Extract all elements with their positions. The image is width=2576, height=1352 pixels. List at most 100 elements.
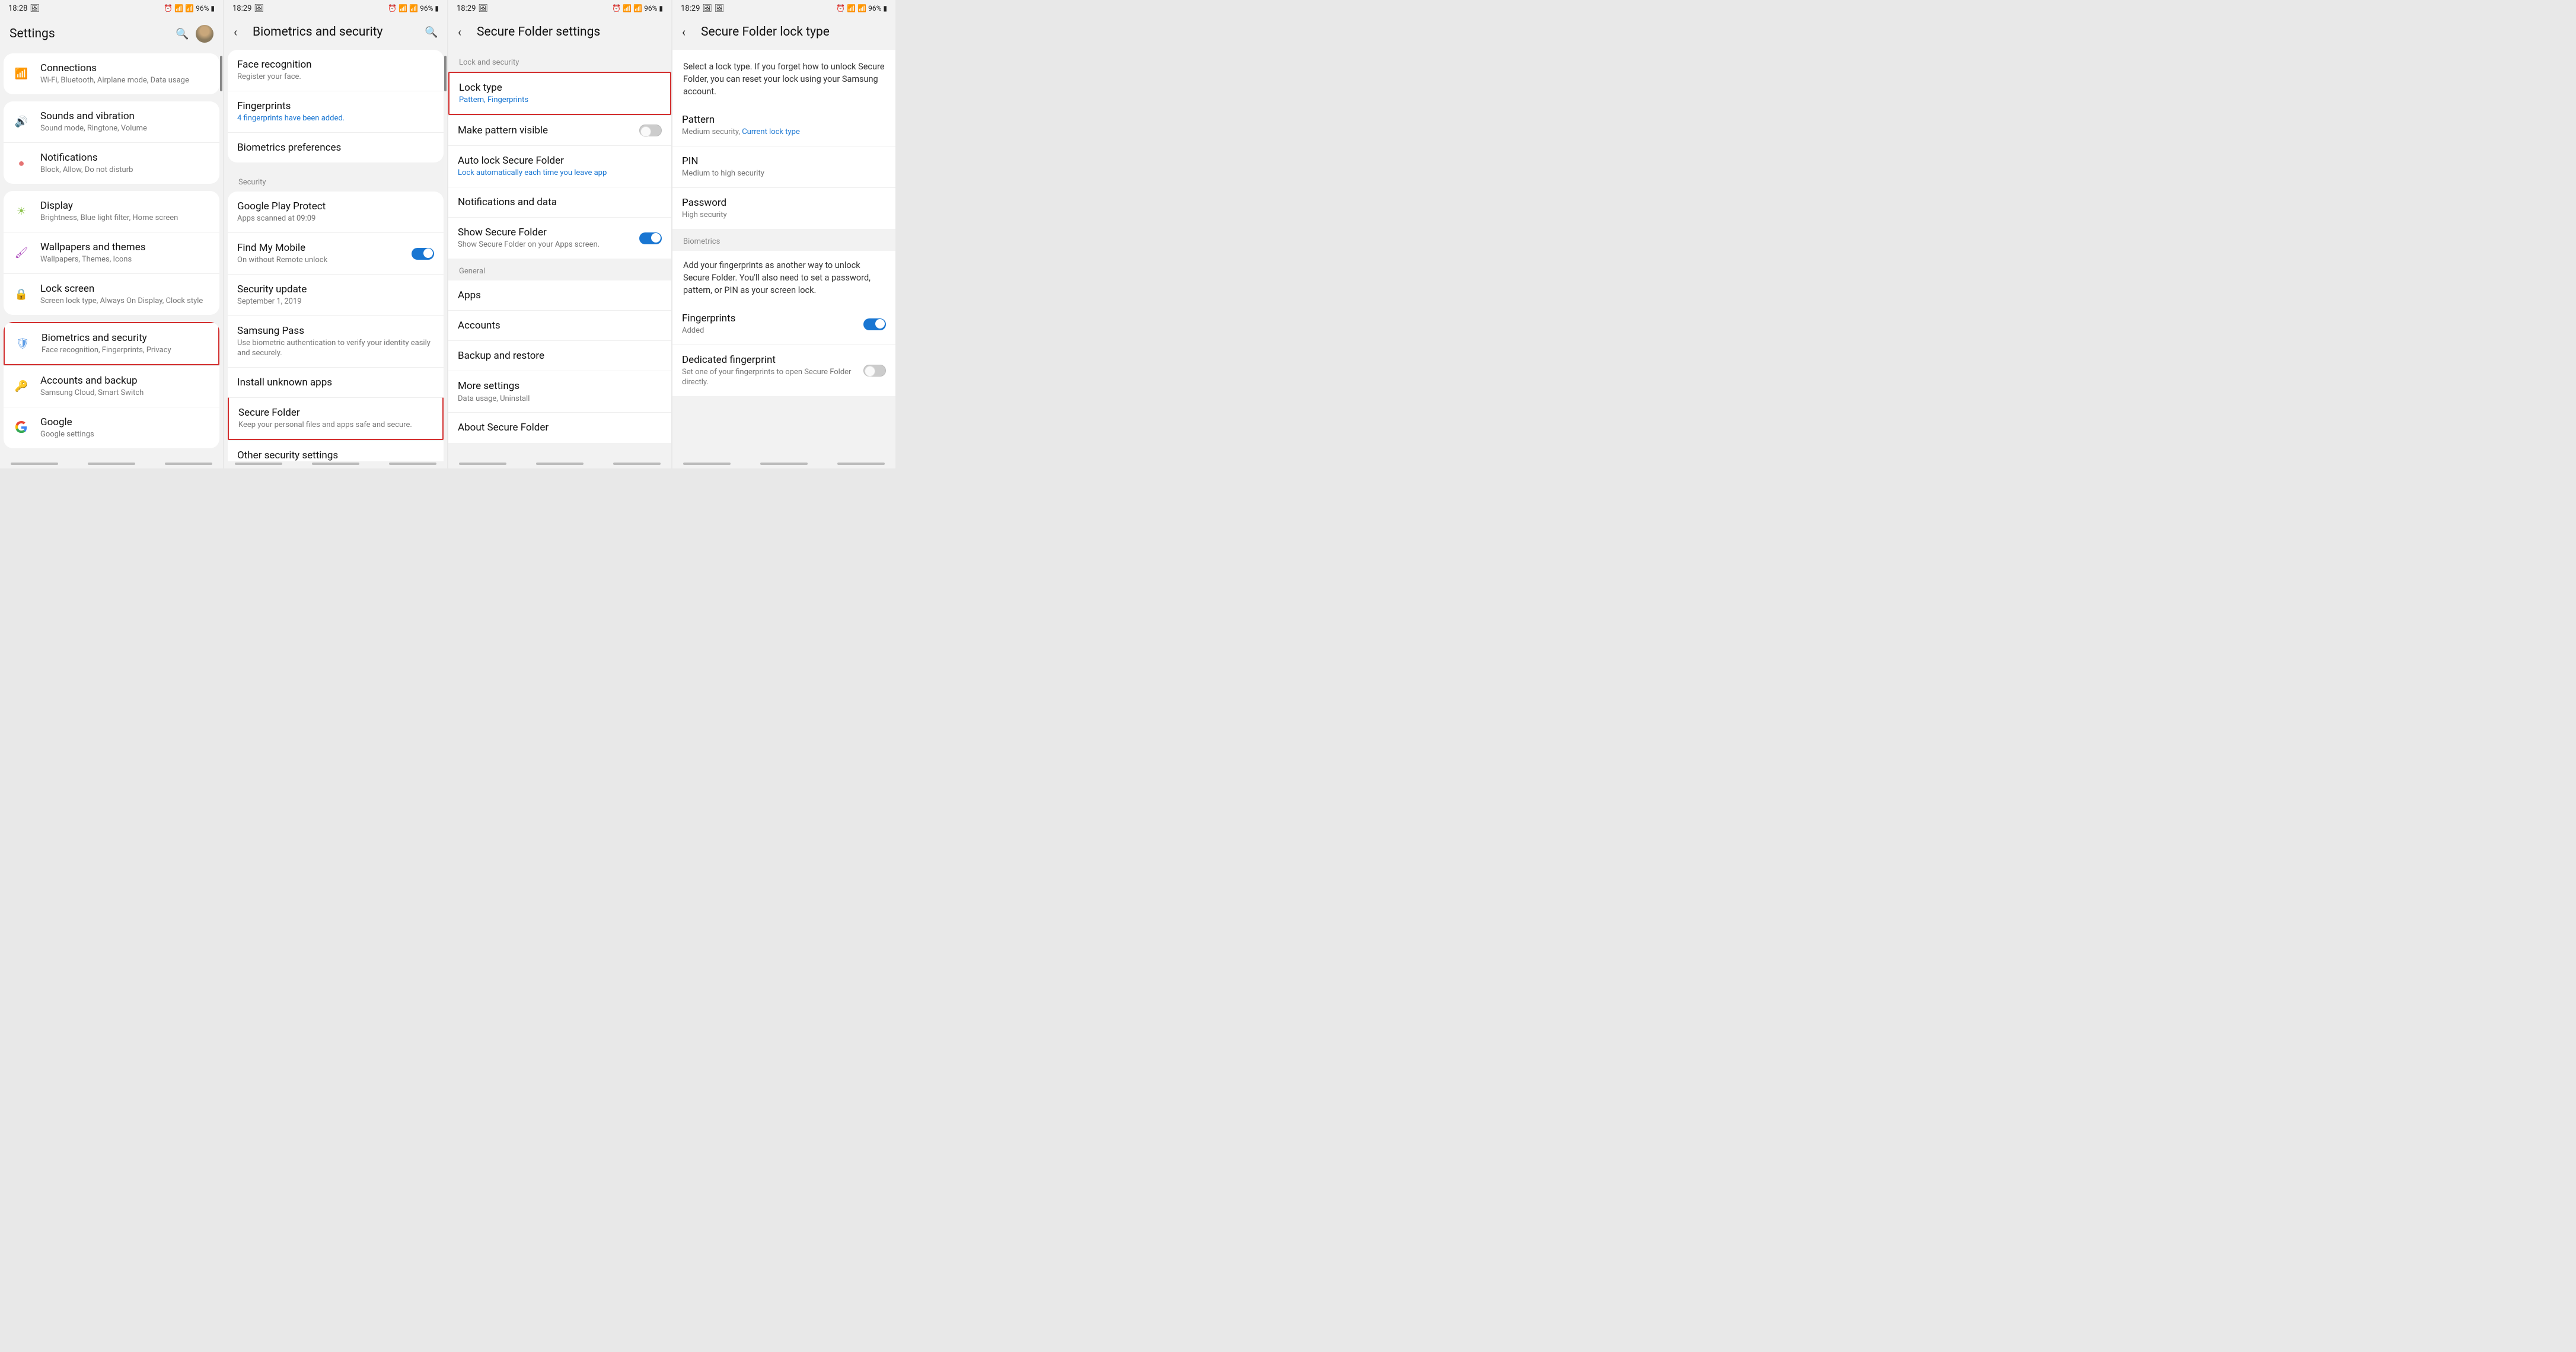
nav-bar[interactable] <box>448 461 671 468</box>
status-time: 18:28 <box>8 4 27 13</box>
row-pattern[interactable]: PatternMedium security, Current lock typ… <box>672 105 895 146</box>
header: Settings 🔍 <box>0 17 223 53</box>
biometrics-list: Face recognitionRegister your face. Fing… <box>224 50 447 461</box>
header-security: Security <box>228 170 444 192</box>
nav-bar[interactable] <box>0 461 223 468</box>
row-dedicated-fingerprint[interactable]: Dedicated fingerprintSet one of your fin… <box>672 345 895 396</box>
row-more-settings[interactable]: More settingsData usage, Uninstall <box>448 371 671 412</box>
notification-icon: ● <box>13 155 30 171</box>
toggle-pattern-visible[interactable] <box>639 125 662 136</box>
row-play-protect[interactable]: Google Play ProtectApps scanned at 09:09 <box>228 192 444 232</box>
nav-bar[interactable] <box>224 461 447 468</box>
intro-text: Select a lock type. If you forget how to… <box>672 50 895 105</box>
page-title: Secure Folder lock type <box>701 25 886 39</box>
wifi-icon: 📶 <box>174 4 183 12</box>
status-time: 18:29 <box>681 4 700 13</box>
card-general: Apps Accounts Backup and restore More se… <box>448 280 671 442</box>
row-auto-lock[interactable]: Auto lock Secure FolderLock automaticall… <box>448 145 671 187</box>
row-connections[interactable]: 📶 ConnectionsWi-Fi, Bluetooth, Airplane … <box>4 53 219 94</box>
card-security-group: 🛡 Biometrics and securityFace recognitio… <box>4 322 219 448</box>
nav-bar[interactable] <box>672 461 895 468</box>
row-apps[interactable]: Apps <box>448 280 671 310</box>
toggle-find-my-mobile[interactable] <box>412 248 434 260</box>
row-accounts[interactable]: Accounts <box>448 310 671 340</box>
card-lock-security: Lock typePattern, Fingerprints Make patt… <box>448 72 671 259</box>
picture-icon: 🖼 <box>254 4 264 13</box>
alarm-icon: ⏰ <box>388 4 397 12</box>
header-general: General <box>448 259 671 280</box>
row-backup-restore[interactable]: Backup and restore <box>448 340 671 371</box>
display-icon: ☀ <box>13 203 30 219</box>
alarm-icon: ⏰ <box>836 4 845 12</box>
battery-pct: 96% <box>644 4 657 12</box>
battery-icon: ▮ <box>435 4 439 12</box>
battery-pct: 96% <box>868 4 881 12</box>
row-samsung-pass[interactable]: Samsung PassUse biometric authentication… <box>228 315 444 367</box>
row-google[interactable]: GoogleGoogle settings <box>4 407 219 448</box>
row-accounts-backup[interactable]: 🔑 Accounts and backupSamsung Cloud, Smar… <box>4 365 219 407</box>
search-icon[interactable]: 🔍 <box>425 26 438 39</box>
card-display-group: ☀ DisplayBrightness, Blue light filter, … <box>4 191 219 315</box>
toggle-fingerprints[interactable] <box>863 318 886 330</box>
back-icon[interactable]: ‹ <box>234 25 247 39</box>
scroll-indicator[interactable] <box>220 56 222 91</box>
row-password[interactable]: PasswordHigh security <box>672 187 895 229</box>
scroll-indicator[interactable] <box>444 56 447 91</box>
signal-icon: 📶 <box>409 4 418 12</box>
wallpaper-icon: 🖌 <box>13 244 30 261</box>
row-sounds[interactable]: 🔊 Sounds and vibrationSound mode, Ringto… <box>4 101 219 142</box>
row-notifications-data[interactable]: Notifications and data <box>448 187 671 217</box>
page-title: Settings <box>9 27 176 41</box>
alarm-icon: ⏰ <box>164 4 173 12</box>
wifi-icon: 📶 <box>623 4 632 12</box>
signal-icon: 📶 <box>185 4 194 12</box>
row-other-security[interactable]: Other security settingsChange other secu… <box>228 440 444 461</box>
toggle-dedicated-fingerprint[interactable] <box>863 365 886 377</box>
row-lock-type[interactable]: Lock typePattern, Fingerprints <box>448 72 671 115</box>
picture-icon: 🖼 <box>478 4 488 13</box>
row-wallpapers[interactable]: 🖌 Wallpapers and themesWallpapers, Theme… <box>4 232 219 273</box>
page-title: Biometrics and security <box>253 25 425 39</box>
header-biometrics: Biometrics <box>672 229 895 251</box>
status-time: 18:29 <box>232 4 251 13</box>
status-bar: 18:29🖼 ⏰📶📶96%▮ <box>448 0 671 17</box>
battery-icon: ▮ <box>659 4 663 12</box>
back-icon[interactable]: ‹ <box>458 25 471 39</box>
row-biometrics-security[interactable]: 🛡 Biometrics and securityFace recognitio… <box>4 322 219 365</box>
row-security-update[interactable]: Security updateSeptember 1, 2019 <box>228 274 444 315</box>
status-bar: 18:29🖼🖼 ⏰📶📶96%▮ <box>672 0 895 17</box>
row-show-secure-folder[interactable]: Show Secure FolderShow Secure Folder on … <box>448 217 671 259</box>
row-lockscreen[interactable]: 🔒 Lock screenScreen lock type, Always On… <box>4 273 219 315</box>
row-install-unknown[interactable]: Install unknown apps <box>228 367 444 397</box>
secure-folder-list: Lock and security Lock typePattern, Fing… <box>448 50 671 461</box>
screen-lock-type: 18:29🖼🖼 ⏰📶📶96%▮ ‹ Secure Folder lock typ… <box>672 0 895 468</box>
card-biometrics: Face recognitionRegister your face. Fing… <box>228 50 444 162</box>
toggle-show-secure-folder[interactable] <box>639 232 662 244</box>
battery-icon: ▮ <box>883 4 887 12</box>
header: ‹ Secure Folder lock type <box>672 17 895 50</box>
row-fingerprints[interactable]: Fingerprints4 fingerprints have been add… <box>228 91 444 132</box>
row-face-recognition[interactable]: Face recognitionRegister your face. <box>228 50 444 91</box>
header-lock-security: Lock and security <box>448 50 671 72</box>
card-lock-types: Select a lock type. If you forget how to… <box>672 50 895 229</box>
row-fingerprints-lock[interactable]: FingerprintsAdded <box>672 304 895 345</box>
screen-biometrics-security: 18:29🖼 ⏰📶📶96%▮ ‹ Biometrics and security… <box>224 0 447 468</box>
row-about[interactable]: About Secure Folder <box>448 412 671 442</box>
row-pattern-visible[interactable]: Make pattern visible <box>448 115 671 145</box>
search-icon[interactable]: 🔍 <box>176 28 189 40</box>
row-secure-folder[interactable]: Secure FolderKeep your personal files an… <box>228 397 444 440</box>
picture-icon: 🖼 <box>715 4 725 13</box>
status-time: 18:29 <box>457 4 476 13</box>
row-biometrics-prefs[interactable]: Biometrics preferences <box>228 132 444 162</box>
wifi-icon: 📶 <box>398 4 407 12</box>
avatar[interactable] <box>196 25 213 43</box>
row-pin[interactable]: PINMedium to high security <box>672 146 895 187</box>
row-find-my-mobile[interactable]: Find My MobileOn without Remote unlock <box>228 232 444 274</box>
lock-type-list: Select a lock type. If you forget how to… <box>672 50 895 461</box>
signal-icon: 📶 <box>633 4 642 12</box>
google-icon <box>13 419 30 436</box>
back-icon[interactable]: ‹ <box>682 25 695 39</box>
row-notifications[interactable]: ● NotificationsBlock, Allow, Do not dist… <box>4 142 219 184</box>
wifi-icon: 📶 <box>13 65 30 82</box>
row-display[interactable]: ☀ DisplayBrightness, Blue light filter, … <box>4 191 219 232</box>
